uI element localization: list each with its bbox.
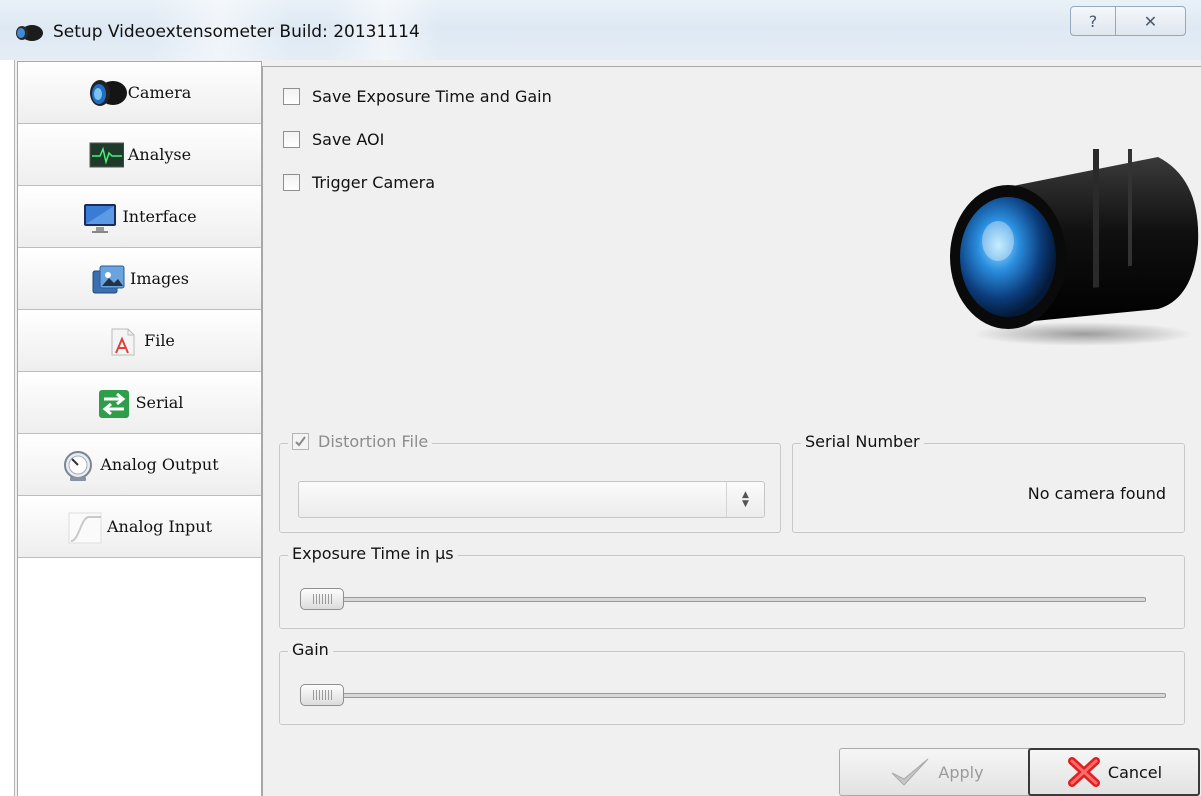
signal-curve-icon <box>67 511 103 543</box>
app-camera-icon <box>14 24 44 42</box>
gain-title: Gain <box>288 640 333 659</box>
help-button[interactable]: ? <box>1070 6 1116 36</box>
sidebar-item-analog-output[interactable]: Analog Output <box>18 434 261 496</box>
sidebar-item-label: Interface <box>122 207 197 226</box>
spin-arrows-icon[interactable]: ▲ ▼ <box>726 482 764 517</box>
cancel-label: Cancel <box>1107 762 1163 782</box>
settings-sidebar: Camera Analyse Interface Images File Ser… <box>17 61 262 796</box>
camera-lens-image <box>950 149 1199 346</box>
sidebar-item-label: Camera <box>127 83 192 102</box>
gain-slider-track[interactable] <box>300 693 1166 698</box>
close-icon: ✕ <box>1143 11 1158 31</box>
sidebar-item-label: Analog Output <box>100 455 219 474</box>
trigger-camera-checkbox[interactable] <box>283 174 300 191</box>
save-aoi-checkbox[interactable] <box>283 131 300 148</box>
camera-settings-panel: Save Exposure Time and Gain Save AOI Tri… <box>262 66 1201 796</box>
sidebar-item-serial[interactable]: Serial <box>18 372 261 434</box>
cancel-button[interactable]: Cancel <box>1028 748 1200 796</box>
distortion-file-checkbox[interactable] <box>292 432 310 451</box>
gain-slider-handle[interactable] <box>300 684 344 706</box>
close-button[interactable]: ✕ <box>1115 6 1186 36</box>
exposure-time-title: Exposure Time in µs <box>288 544 458 563</box>
sidebar-item-label: Analog Input <box>106 517 213 536</box>
serial-number-title: Serial Number <box>801 432 924 451</box>
file-document-icon <box>104 325 140 357</box>
distortion-file-select[interactable]: ▲ ▼ <box>298 481 765 518</box>
sidebar-item-label: File <box>144 331 175 350</box>
apply-label: Apply <box>938 762 984 782</box>
sidebar-item-analog-input[interactable]: Analog Input <box>18 496 261 558</box>
sidebar-item-label: Serial <box>135 393 184 412</box>
sidebar-item-analyse[interactable]: Analyse <box>18 124 261 186</box>
checkmark-icon <box>892 758 929 786</box>
save-exposure-checkbox[interactable] <box>283 88 300 105</box>
save-aoi-checkbox-row[interactable]: Save AOI <box>283 130 384 149</box>
gain-group: Gain <box>279 640 1185 725</box>
serial-number-value: No camera found <box>1027 484 1166 503</box>
sidebar-item-label: Analyse <box>127 145 192 164</box>
save-exposure-checkbox-row[interactable]: Save Exposure Time and Gain <box>283 87 552 106</box>
red-x-icon <box>1067 757 1100 787</box>
distortion-file-label: Distortion File <box>318 432 429 451</box>
sidebar-item-camera[interactable]: Camera <box>18 62 261 124</box>
sidebar-item-label: Images <box>130 269 189 288</box>
photos-icon <box>90 263 126 295</box>
gauge-icon <box>60 449 96 481</box>
monitor-waveform-icon <box>88 139 125 171</box>
trigger-camera-checkbox-row[interactable]: Trigger Camera <box>283 173 435 192</box>
exposure-time-group: Exposure Time in µs <box>279 544 1185 629</box>
sidebar-item-interface[interactable]: Interface <box>18 186 261 248</box>
serial-number-group: Serial Number No camera found <box>792 432 1185 533</box>
dialog-body: Camera Analyse Interface Images File Ser… <box>14 60 1201 796</box>
save-aoi-label: Save AOI <box>312 130 385 149</box>
apply-button[interactable]: Apply <box>839 748 1033 796</box>
sidebar-item-images[interactable]: Images <box>18 248 261 310</box>
help-icon: ? <box>1088 11 1098 31</box>
save-exposure-label: Save Exposure Time and Gain <box>312 87 552 106</box>
camera-lens-icon <box>88 77 127 109</box>
distortion-file-group: Distortion File ▲ ▼ <box>279 432 781 533</box>
desktop-monitor-icon <box>82 201 118 233</box>
distortion-file-header[interactable]: Distortion File <box>288 432 433 451</box>
trigger-camera-label: Trigger Camera <box>312 173 436 192</box>
exposure-slider-handle[interactable] <box>300 588 344 610</box>
title-bar: Setup Videoextensometer Build: 20131114 … <box>0 0 1201 60</box>
exposure-slider-track[interactable] <box>300 597 1146 602</box>
sidebar-item-file[interactable]: File <box>18 310 261 372</box>
window-title: Setup Videoextensometer Build: 20131114 <box>53 22 420 42</box>
serial-arrows-icon <box>96 387 132 419</box>
